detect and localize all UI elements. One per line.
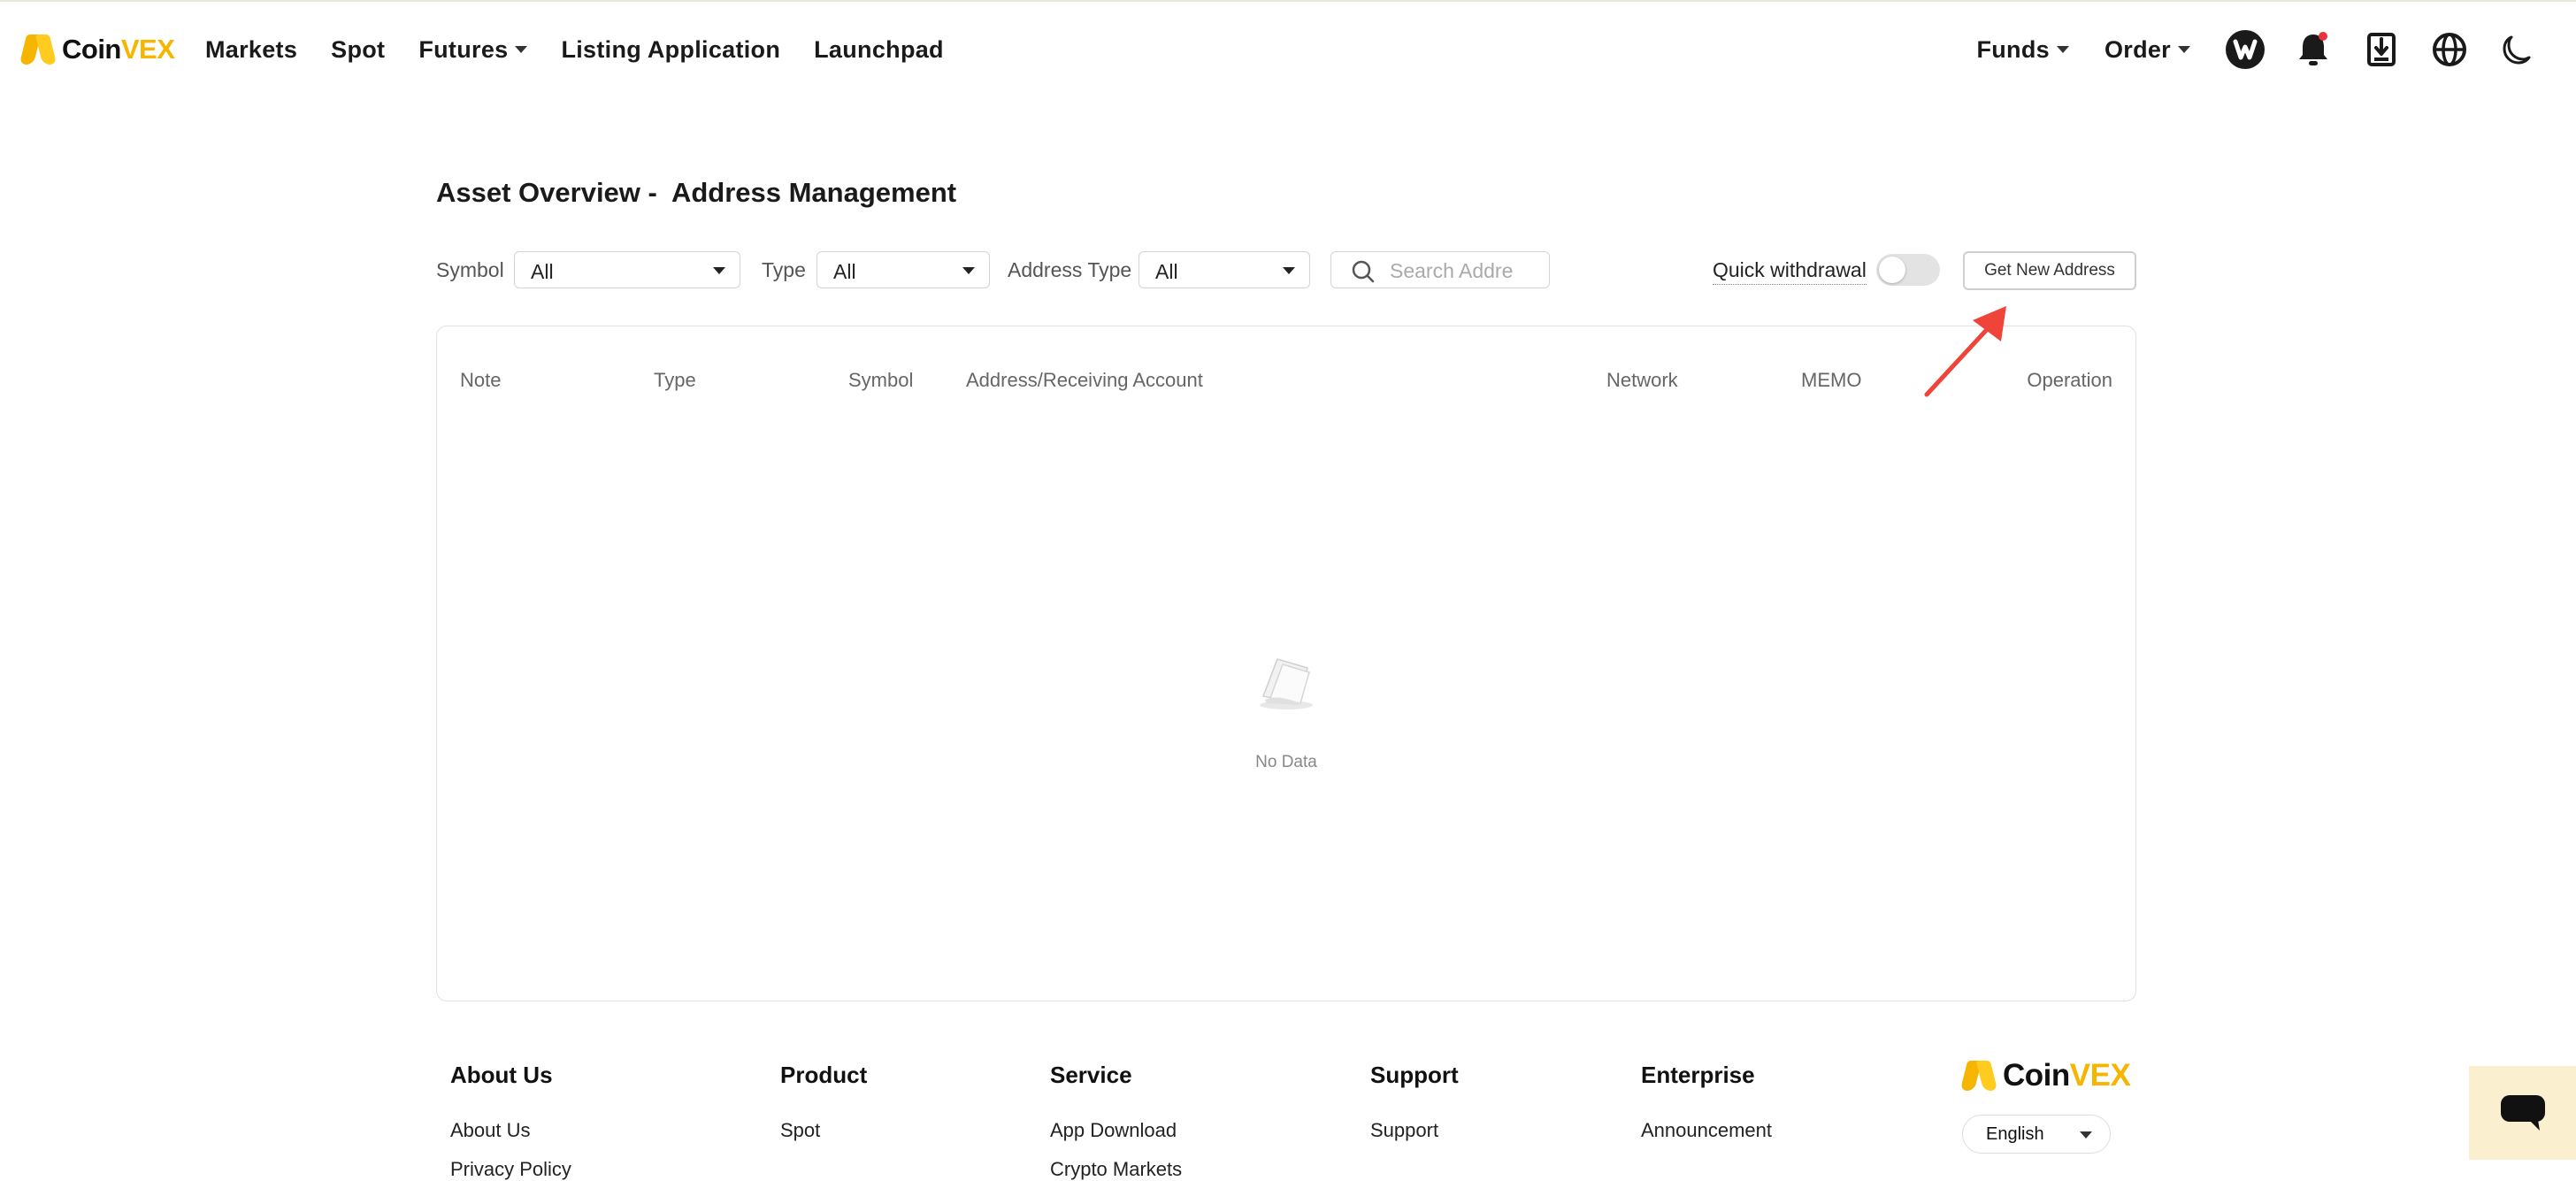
column-header-type: Type — [654, 369, 696, 391]
empty-document-icon — [1260, 658, 1313, 709]
caret-down-icon — [962, 267, 975, 274]
footer-link-app-download[interactable]: App Download — [1050, 1119, 1182, 1142]
annotation-arrow-icon — [1924, 306, 2006, 397]
footer-heading: Support — [1370, 1062, 1459, 1088]
get-new-address-button[interactable]: Get New Address — [1963, 251, 2136, 290]
no-data-text: No Data — [1255, 753, 1317, 771]
nav-spot[interactable]: Spot — [331, 36, 385, 64]
caret-down-icon — [2080, 1131, 2092, 1139]
brand-logo[interactable]: CoinVEX — [19, 32, 175, 67]
footer-heading: About Us — [450, 1062, 553, 1088]
caret-down-icon — [713, 267, 725, 274]
column-header-operation: Operation — [2027, 369, 2112, 391]
symbol-filter-label: Symbol — [436, 258, 504, 281]
footer-heading: Service — [1050, 1062, 1132, 1088]
footer-column-support: Support Support — [1370, 1062, 1459, 1142]
footer-link-privacy-policy[interactable]: Privacy Policy — [450, 1158, 571, 1181]
nav-funds[interactable]: Funds — [1976, 36, 2069, 64]
filter-bar: Symbol All Type All Address Type All Qui… — [436, 251, 2136, 290]
nav-order[interactable]: Order — [2104, 36, 2190, 64]
main-nav-links: Markets Spot Futures Listing Application… — [205, 32, 978, 67]
page-title: Asset Overview - Address Management — [436, 177, 957, 208]
address-type-filter-label: Address Type — [1008, 258, 1132, 281]
bell-icon[interactable] — [2292, 28, 2334, 71]
language-value: English — [1986, 1124, 2044, 1144]
nav-right-actions: Funds Order — [1976, 25, 2576, 74]
symbol-select[interactable]: All — [514, 251, 740, 288]
footer-heading: Enterprise — [1641, 1062, 1755, 1088]
type-select[interactable]: All — [816, 251, 990, 288]
footer-link-crypto-markets[interactable]: Crypto Markets — [1050, 1158, 1182, 1181]
address-search-box[interactable] — [1330, 251, 1550, 288]
chevron-down-icon — [2178, 46, 2190, 53]
footer-link-announcement[interactable]: Announcement — [1641, 1119, 1772, 1142]
column-header-memo: MEMO — [1801, 369, 1862, 391]
footer-column-product: Product Spot — [780, 1062, 867, 1142]
search-input[interactable] — [1388, 257, 1542, 284]
caret-down-icon — [1283, 267, 1295, 274]
footer-brand-logo: CoinVEX — [1959, 1058, 2131, 1093]
nav-launchpad[interactable]: Launchpad — [814, 36, 944, 64]
address-type-select-value: All — [1155, 260, 1178, 283]
top-navigation: CoinVEX Markets Spot Futures Listing App… — [0, 0, 2576, 99]
nav-listing-application[interactable]: Listing Application — [561, 36, 780, 64]
nav-futures[interactable]: Futures — [418, 36, 528, 64]
language-select[interactable]: English — [1962, 1115, 2111, 1154]
empty-state: No Data — [437, 645, 2135, 771]
toggle-knob — [1879, 257, 1905, 283]
footer-column-service: Service App Download Crypto Markets — [1050, 1062, 1182, 1181]
moon-icon[interactable] — [2496, 28, 2539, 71]
chat-support-button[interactable] — [2469, 1066, 2576, 1160]
logo-mark-icon — [19, 35, 58, 65]
type-filter-label: Type — [762, 258, 806, 281]
footer: About Us About Us Privacy Policy Product… — [0, 1044, 2576, 1180]
chevron-down-icon — [2056, 46, 2069, 53]
column-header-note: Note — [460, 369, 502, 391]
footer-column-enterprise: Enterprise Announcement — [1641, 1062, 1772, 1142]
quick-withdrawal-toggle[interactable] — [1876, 254, 1940, 286]
search-icon — [1352, 260, 1375, 283]
footer-heading: Product — [780, 1062, 868, 1088]
column-header-address: Address/Receiving Account — [966, 369, 1203, 391]
footer-brand-name: CoinVEX — [2003, 1058, 2131, 1093]
type-select-value: All — [833, 260, 856, 283]
download-icon[interactable] — [2360, 28, 2403, 71]
footer-column-about: About Us About Us Privacy Policy — [450, 1062, 571, 1181]
footer-link-about-us[interactable]: About Us — [450, 1119, 571, 1142]
globe-icon[interactable] — [2428, 28, 2471, 71]
symbol-select-value: All — [531, 260, 554, 283]
brand-name: CoinVEX — [62, 34, 175, 65]
footer-link-spot[interactable]: Spot — [780, 1119, 867, 1142]
nav-markets[interactable]: Markets — [205, 36, 297, 64]
chat-bubble-icon — [2500, 1095, 2545, 1131]
address-table: Note Type Symbol Address/Receiving Accou… — [436, 326, 2136, 1001]
logo-mark-icon — [1959, 1061, 1998, 1091]
user-avatar-icon[interactable] — [2224, 28, 2266, 71]
footer-link-support[interactable]: Support — [1370, 1119, 1459, 1142]
quick-withdrawal-label[interactable]: Quick withdrawal — [1713, 258, 1867, 285]
column-header-symbol: Symbol — [848, 369, 914, 391]
column-header-network: Network — [1606, 369, 1678, 391]
chevron-down-icon — [515, 46, 528, 53]
address-type-select[interactable]: All — [1138, 251, 1310, 288]
